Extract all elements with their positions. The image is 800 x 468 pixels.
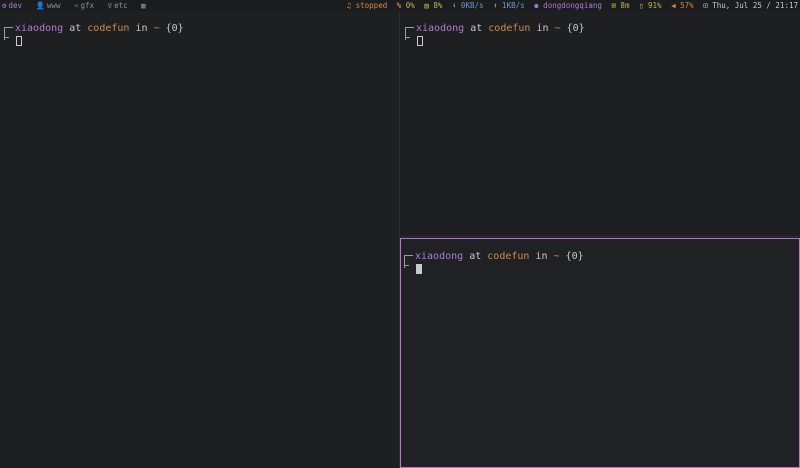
network-up: ⬆ 1KB/s <box>493 1 525 10</box>
terminal-cursor <box>416 264 422 274</box>
volume-status[interactable]: ◀ 57% <box>671 0 694 11</box>
person-icon: 👤 <box>35 1 45 10</box>
prompt-host: codefun <box>87 23 130 34</box>
terminal-cursor <box>16 36 22 46</box>
battery-status: ▯ 91% <box>638 1 662 10</box>
prompt-corner-icon <box>4 27 13 40</box>
waves-icon: ♒ <box>73 1 79 10</box>
cpu-usage: % 0% <box>396 1 415 10</box>
terminal-pane-top-right[interactable]: xiaodong at codefun in ~ {0} <box>401 11 800 237</box>
workspace-label: gfx <box>80 1 95 10</box>
prompt-line: xiaodong at codefun in ~ {0} <box>416 23 585 35</box>
updates-status: ⊞ 8m <box>611 1 630 10</box>
network-down: ⬇ 0KB/s <box>451 1 484 10</box>
workspace-label: dev <box>8 1 23 10</box>
workspace-grid[interactable]: ▦ <box>141 0 148 11</box>
prompt-jobs: {0} <box>566 23 585 34</box>
workspace-etc[interactable]: ☿ etc <box>108 0 128 11</box>
terminal-cursor <box>417 36 423 46</box>
clock: ⊡ Thu, Jul 25 / 21:17 <box>703 1 798 10</box>
status-bar: ⚙ dev 👤 www ♒ gfx ☿ etc ▦ ♫ stopped % 0% ▤ 8… <box>0 0 800 11</box>
prompt-host: codefun <box>487 251 530 262</box>
prompt-line: xiaodong at codefun in ~ {0} <box>415 251 584 263</box>
terminal-pane-left[interactable]: xiaodong at codefun in ~ {0} <box>0 11 400 468</box>
prompt-in: in <box>536 23 549 34</box>
prompt-user: xiaodong <box>416 23 465 34</box>
prompt-in: in <box>535 251 548 262</box>
user-name: ⚉ dongdongqiang <box>534 1 602 10</box>
prompt-at: at <box>470 23 483 34</box>
prompt-user: xiaodong <box>415 251 464 262</box>
prompt-dir: ~ <box>553 251 560 262</box>
prompt-corner-icon <box>404 255 413 268</box>
prompt-jobs: {0} <box>565 251 584 262</box>
mpd-status[interactable]: ♫ stopped <box>347 0 388 11</box>
mercury-icon: ☿ <box>107 1 113 10</box>
workspace-list: ⚙ dev 👤 www ♒ gfx ☿ etc ▦ <box>2 0 157 11</box>
status-widgets: ♫ stopped % 0% ▤ 8% ⬇ 0KB/s ⬆ 1KB/s ⚉ do… <box>342 0 798 11</box>
prompt-dir: ~ <box>554 23 561 34</box>
gear-icon: ⚙ <box>2 1 7 10</box>
workspace-label: etc <box>114 1 128 10</box>
workspace-label: www <box>46 1 61 10</box>
prompt-host: codefun <box>488 23 531 34</box>
prompt-corner-icon <box>405 27 414 40</box>
prompt-user: xiaodong <box>15 23 64 34</box>
prompt-at: at <box>469 251 482 262</box>
prompt-at: at <box>69 23 82 34</box>
prompt-dir: ~ <box>153 23 160 34</box>
grid-icon: ▦ <box>141 1 146 10</box>
prompt-in: in <box>135 23 148 34</box>
workspace-gfx[interactable]: ♒ gfx <box>74 0 94 11</box>
prompt-jobs: {0} <box>165 23 184 34</box>
terminal-pane-bottom-right-focused[interactable]: xiaodong at codefun in ~ {0} <box>400 238 800 468</box>
prompt-line: xiaodong at codefun in ~ {0} <box>15 23 184 35</box>
memory-usage: ▤ 8% <box>424 1 443 10</box>
workspace-www[interactable]: 👤 www <box>36 0 61 11</box>
workspace-dev[interactable]: ⚙ dev <box>2 0 22 11</box>
